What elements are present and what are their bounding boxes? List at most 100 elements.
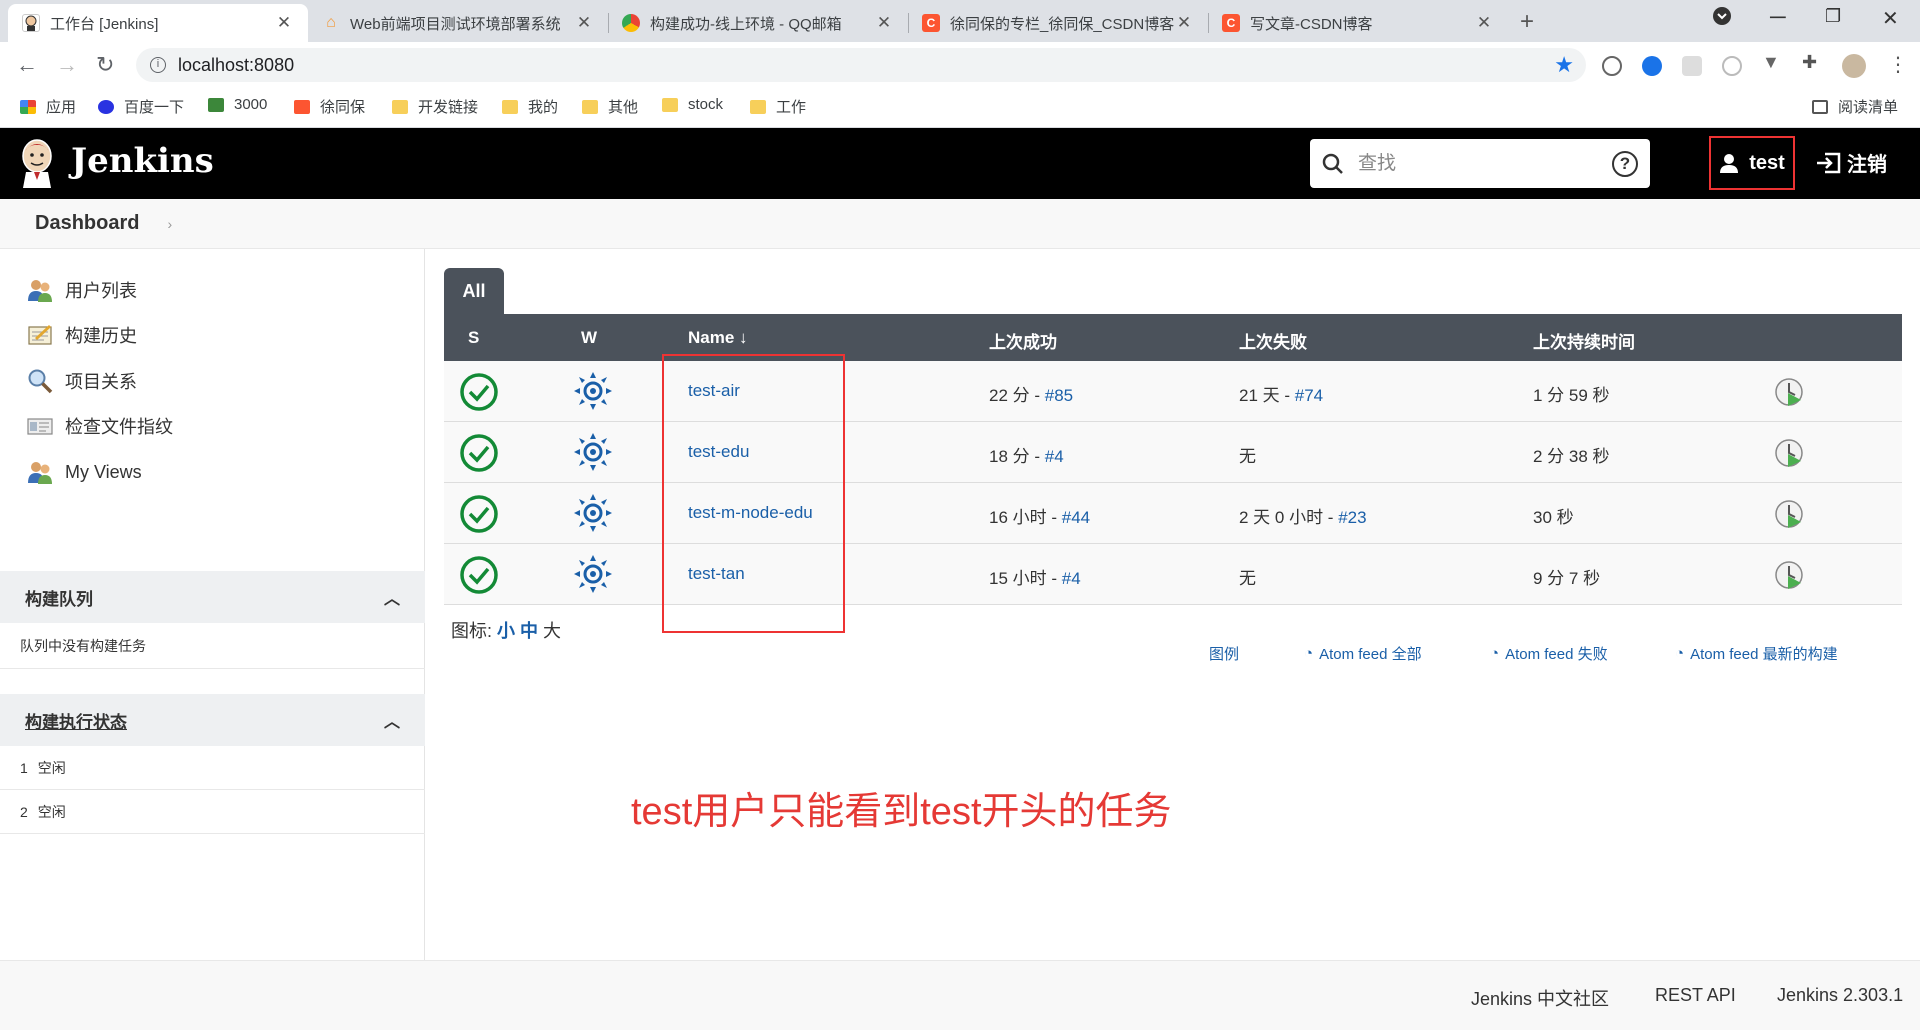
- build-link[interactable]: #4: [1062, 569, 1081, 588]
- footer-version-link[interactable]: Jenkins 2.303.1: [1777, 985, 1903, 1006]
- close-icon[interactable]: ✕: [1174, 13, 1194, 33]
- reading-list-icon: [1812, 99, 1828, 114]
- success-check-icon[interactable]: [459, 372, 499, 412]
- search-input[interactable]: [1358, 152, 1612, 175]
- header-last-success[interactable]: 上次成功: [989, 328, 1057, 353]
- task-my-views[interactable]: My Views: [27, 459, 142, 485]
- bookmark-item[interactable]: 百度一下: [98, 96, 184, 117]
- extension-vue-icon[interactable]: ▼: [1762, 52, 1782, 72]
- window-close-icon[interactable]: ✕: [1882, 6, 1899, 31]
- sunny-weather-icon[interactable]: [572, 553, 614, 595]
- success-check-icon[interactable]: [459, 433, 499, 473]
- build-link[interactable]: #74: [1295, 386, 1323, 405]
- reload-icon[interactable]: ↻: [96, 52, 114, 78]
- icon-size-medium[interactable]: 中: [520, 621, 538, 641]
- logout-icon: [1817, 152, 1841, 173]
- atom-feed-all-link[interactable]: ◔ Atom feed 全部: [1304, 643, 1422, 664]
- profile-avatar[interactable]: [1842, 54, 1866, 78]
- reading-list-button[interactable]: 阅读清单: [1812, 96, 1898, 117]
- sunny-weather-icon[interactable]: [572, 492, 614, 534]
- browser-tab[interactable]: C 写文章-CSDN博客 ✕: [1208, 4, 1508, 42]
- info-icon[interactable]: i: [150, 57, 166, 73]
- browser-tab[interactable]: 构建成功-线上环境 - QQ邮箱 ✕: [608, 4, 908, 42]
- menu-kebab-icon[interactable]: ⋮: [1888, 52, 1908, 76]
- icon-size-large[interactable]: 大: [543, 621, 561, 641]
- bookmark-item[interactable]: 徐同保: [294, 96, 365, 117]
- build-link[interactable]: #23: [1338, 508, 1366, 527]
- restore-icon[interactable]: ❐: [1825, 6, 1841, 27]
- success-check-icon[interactable]: [459, 494, 499, 534]
- close-icon[interactable]: ✕: [274, 13, 294, 33]
- build-link[interactable]: #4: [1045, 447, 1064, 466]
- schedule-build-icon[interactable]: [1774, 377, 1804, 407]
- chevron-up-icon[interactable]: ︿: [384, 708, 400, 732]
- chevron-up-icon[interactable]: ︿: [384, 585, 400, 609]
- bookmark-item[interactable]: 其他: [582, 96, 638, 117]
- executor-status-header[interactable]: 构建执行状态 ︿: [0, 694, 425, 746]
- jenkins-butler-logo-icon[interactable]: [18, 138, 56, 188]
- extension-blue-icon[interactable]: [1642, 56, 1662, 76]
- extension-gray-icon[interactable]: [1682, 56, 1702, 76]
- header-weather[interactable]: W: [581, 328, 597, 348]
- header-status[interactable]: S: [468, 328, 479, 348]
- puzzle-icon[interactable]: ✚: [1802, 52, 1822, 72]
- help-icon[interactable]: ?: [1612, 150, 1638, 177]
- atom-feed-failed-link[interactable]: ◔ Atom feed 失败: [1490, 643, 1608, 664]
- schedule-build-icon[interactable]: [1774, 438, 1804, 468]
- logout-button[interactable]: 注销: [1815, 148, 1887, 177]
- bookmark-item[interactable]: 应用: [20, 96, 76, 117]
- view-tab-all[interactable]: All: [444, 268, 504, 314]
- url-field[interactable]: i localhost:8080 ★: [136, 48, 1586, 82]
- header-name[interactable]: Name ↓: [688, 328, 748, 348]
- close-icon[interactable]: ✕: [574, 13, 594, 33]
- close-icon[interactable]: ✕: [1474, 13, 1494, 33]
- jenkins-brand[interactable]: Jenkins: [71, 141, 214, 181]
- sunny-weather-icon[interactable]: [572, 431, 614, 473]
- atom-feed-latest-link[interactable]: ◔ Atom feed 最新的构建: [1675, 643, 1838, 664]
- build-link[interactable]: #44: [1062, 508, 1090, 527]
- schedule-build-icon[interactable]: [1774, 499, 1804, 529]
- new-tab-button[interactable]: +: [1520, 8, 1534, 36]
- browser-tab[interactable]: 工作台 [Jenkins] ✕: [8, 4, 308, 42]
- extension-cloud-icon[interactable]: [1602, 56, 1622, 76]
- header-last-failure[interactable]: 上次失败: [1239, 328, 1307, 353]
- footer-community-link[interactable]: Jenkins 中文社区: [1471, 985, 1609, 1011]
- build-queue-title[interactable]: 构建队列: [25, 585, 93, 610]
- task-fingerprint[interactable]: 检查文件指纹: [27, 413, 173, 439]
- executor-status-title[interactable]: 构建执行状态: [25, 708, 127, 733]
- bookmark-item[interactable]: 开发链接: [392, 96, 478, 117]
- task-project-relationship[interactable]: 项目关系: [27, 368, 137, 394]
- icon-size-small[interactable]: 小: [497, 621, 515, 641]
- bookmark-item[interactable]: stock: [662, 96, 723, 113]
- task-build-history[interactable]: 构建历史: [27, 322, 137, 348]
- build-link[interactable]: #85: [1045, 386, 1073, 405]
- success-check-icon[interactable]: [459, 555, 499, 595]
- close-icon[interactable]: ✕: [874, 13, 894, 33]
- browser-tab[interactable]: C 徐同保的专栏_徐同保_CSDN博客 ✕: [908, 4, 1208, 42]
- bookmark-item[interactable]: 我的: [502, 96, 558, 117]
- build-queue-header[interactable]: 构建队列 ︿: [0, 571, 425, 623]
- bookmark-star-icon[interactable]: ★: [1554, 52, 1574, 78]
- last-failure-time: 无: [1239, 447, 1256, 466]
- footer-rest-api-link[interactable]: REST API: [1655, 985, 1736, 1006]
- bookmark-item[interactable]: 工作: [750, 96, 806, 117]
- breadcrumb-dashboard[interactable]: Dashboard: [35, 212, 139, 235]
- bookmark-item[interactable]: 3000: [208, 96, 267, 113]
- schedule-build-icon[interactable]: [1774, 560, 1804, 590]
- chevron-right-icon[interactable]: ›: [167, 216, 172, 232]
- header-last-duration[interactable]: 上次持续时间: [1533, 328, 1635, 353]
- extension-circle-icon[interactable]: [1722, 56, 1742, 76]
- icon-size-selector: 图标: 小 中 大: [451, 617, 561, 643]
- browser-tab[interactable]: ⌂ Web前端项目测试环境部署系统 ✕: [308, 4, 608, 42]
- last-success-time: 15 小时 -: [989, 569, 1062, 588]
- sunny-weather-icon[interactable]: [572, 370, 614, 412]
- legend-link[interactable]: 图例: [1209, 643, 1239, 664]
- tab-search-icon[interactable]: [1712, 6, 1732, 31]
- back-arrow-icon[interactable]: ←: [16, 52, 38, 78]
- tab-title: Web前端项目测试环境部署系统: [350, 15, 561, 33]
- user-button[interactable]: test: [1709, 136, 1795, 190]
- task-users[interactable]: 用户列表: [27, 277, 137, 303]
- minimize-icon[interactable]: ─: [1770, 4, 1786, 30]
- forward-arrow-icon[interactable]: →: [56, 52, 78, 78]
- bookmark-label: 其他: [608, 99, 639, 116]
